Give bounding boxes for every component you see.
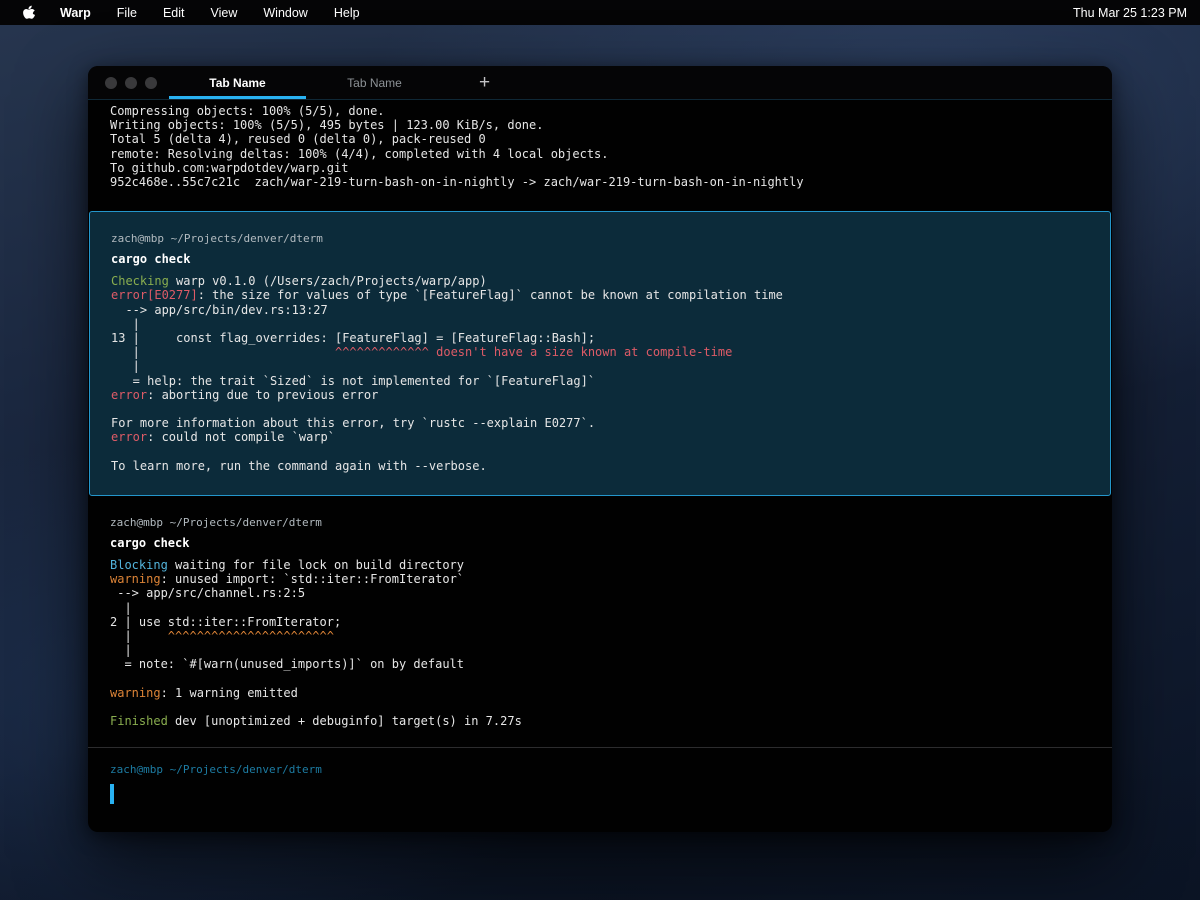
menu-item-edit[interactable]: Edit: [163, 6, 185, 20]
close-button[interactable]: [105, 77, 117, 89]
active-prompt[interactable]: zach@mbp ~/Projects/denver/dterm: [88, 748, 1112, 824]
active-tab-underline: [169, 96, 306, 99]
prompt-text: zach@mbp ~/Projects/denver/dterm: [110, 763, 1090, 776]
blocks-container: zach@mbp ~/Projects/denver/dterm cargo ch…: [88, 211, 1112, 746]
block-prompt: zach@mbp ~/Projects/denver/dterm: [110, 516, 1090, 529]
terminal-window: Tab Name Tab Name + Compressing objects:…: [88, 66, 1112, 832]
menu-item-help[interactable]: Help: [334, 6, 360, 20]
traffic-lights: [88, 66, 169, 99]
block-prompt: zach@mbp ~/Projects/denver/dterm: [111, 232, 1089, 245]
minimize-button[interactable]: [125, 77, 137, 89]
tab-label: Tab Name: [347, 76, 402, 90]
menu-items: Warp File Edit View Window Help: [60, 6, 360, 20]
warning-block[interactable]: zach@mbp ~/Projects/denver/dterm cargo ch…: [88, 496, 1112, 746]
menu-item-window[interactable]: Window: [263, 6, 307, 20]
new-tab-button[interactable]: +: [479, 66, 490, 99]
menu-item-view[interactable]: View: [211, 6, 238, 20]
zoom-button[interactable]: [145, 77, 157, 89]
block-output: Blocking waiting for file lock on build …: [110, 558, 1090, 728]
block-command: cargo check: [111, 252, 1089, 266]
scrollback: Compressing objects: 100% (5/5), done. W…: [88, 100, 1112, 189]
terminal-content: Compressing objects: 100% (5/5), done. W…: [88, 100, 1112, 824]
error-block[interactable]: zach@mbp ~/Projects/denver/dterm cargo ch…: [89, 211, 1111, 496]
tab-inactive[interactable]: Tab Name: [306, 66, 443, 99]
block-output: Checking warp v0.1.0 (/Users/zach/Projec…: [111, 274, 1089, 473]
menu-clock[interactable]: Thu Mar 25 1:23 PM: [1073, 6, 1187, 20]
text-cursor: [110, 784, 114, 804]
title-bar[interactable]: Tab Name Tab Name +: [88, 66, 1112, 100]
menu-item-warp[interactable]: Warp: [60, 6, 91, 20]
tab-label: Tab Name: [209, 76, 265, 90]
tab-active[interactable]: Tab Name: [169, 66, 306, 99]
apple-menu[interactable]: [22, 5, 36, 21]
block-command: cargo check: [110, 536, 1090, 550]
menu-bar: Warp File Edit View Window Help Thu Mar 25 1:…: [0, 0, 1200, 25]
apple-logo-icon: [22, 5, 36, 21]
menu-item-file[interactable]: File: [117, 6, 137, 20]
